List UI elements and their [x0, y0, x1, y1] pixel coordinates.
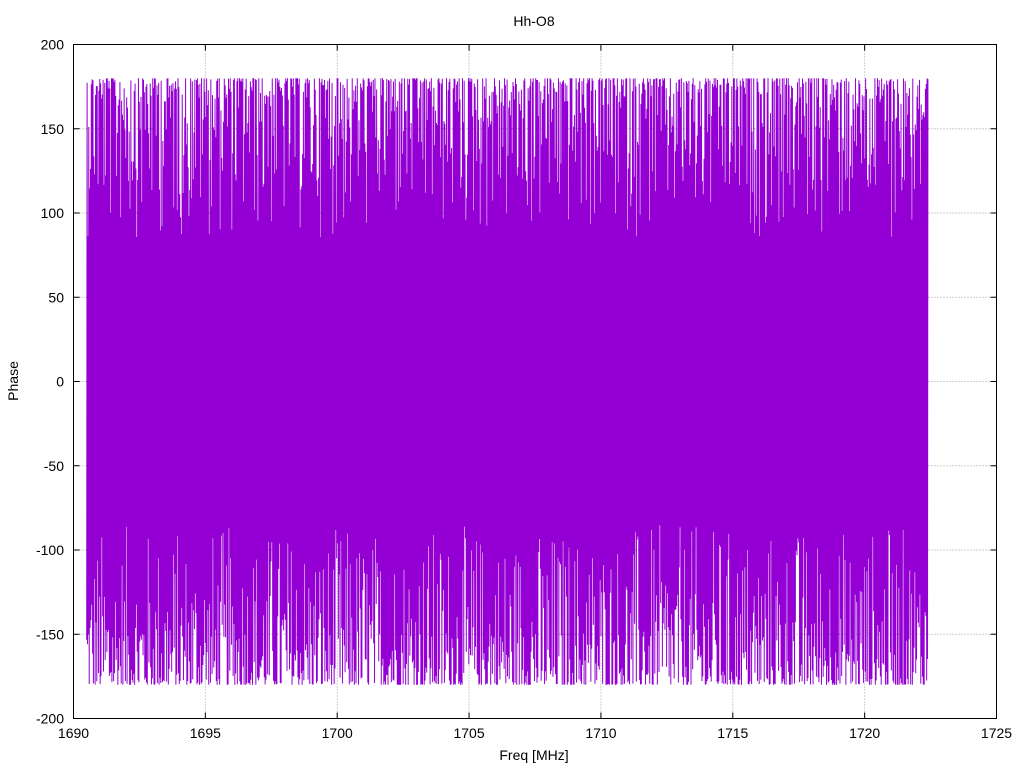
- x-tick-labels: 1690 1695 1700 1705 1710 1715 1720 1725: [58, 725, 1012, 741]
- chart-title: Hh-O8: [513, 13, 554, 29]
- phase-chart: Hh-O8 1690 1695 1700 1705 1710 1715 1720 1725 -…: [5, 13, 1012, 763]
- y-tick-labels: -200 -150 -100 -50 0 50 100 150 200: [36, 37, 64, 727]
- phase-series-line: [86, 78, 929, 685]
- x-tick-label: 1695: [190, 725, 221, 741]
- y-tick-label: 100: [41, 205, 65, 221]
- x-tick-label: 1690: [58, 725, 89, 741]
- x-tick-label: 1700: [322, 725, 353, 741]
- phase-series: [86, 78, 929, 685]
- y-tick-label: 200: [41, 37, 65, 53]
- y-tick-label: -150: [36, 626, 64, 642]
- y-tick-label: 150: [41, 121, 65, 137]
- x-tick-label: 1710: [585, 725, 616, 741]
- x-tick-label: 1720: [849, 725, 880, 741]
- y-tick-label: 0: [56, 374, 64, 390]
- x-axis-label: Freq [MHz]: [499, 747, 568, 763]
- y-axis-label: Phase: [5, 361, 21, 401]
- y-tick-label: -200: [36, 711, 64, 727]
- x-tick-label: 1725: [981, 725, 1012, 741]
- y-tick-label: 50: [48, 289, 64, 305]
- y-tick-label: -50: [44, 458, 64, 474]
- y-tick-label: -100: [36, 542, 64, 558]
- x-tick-label: 1715: [717, 725, 748, 741]
- x-tick-label: 1705: [453, 725, 484, 741]
